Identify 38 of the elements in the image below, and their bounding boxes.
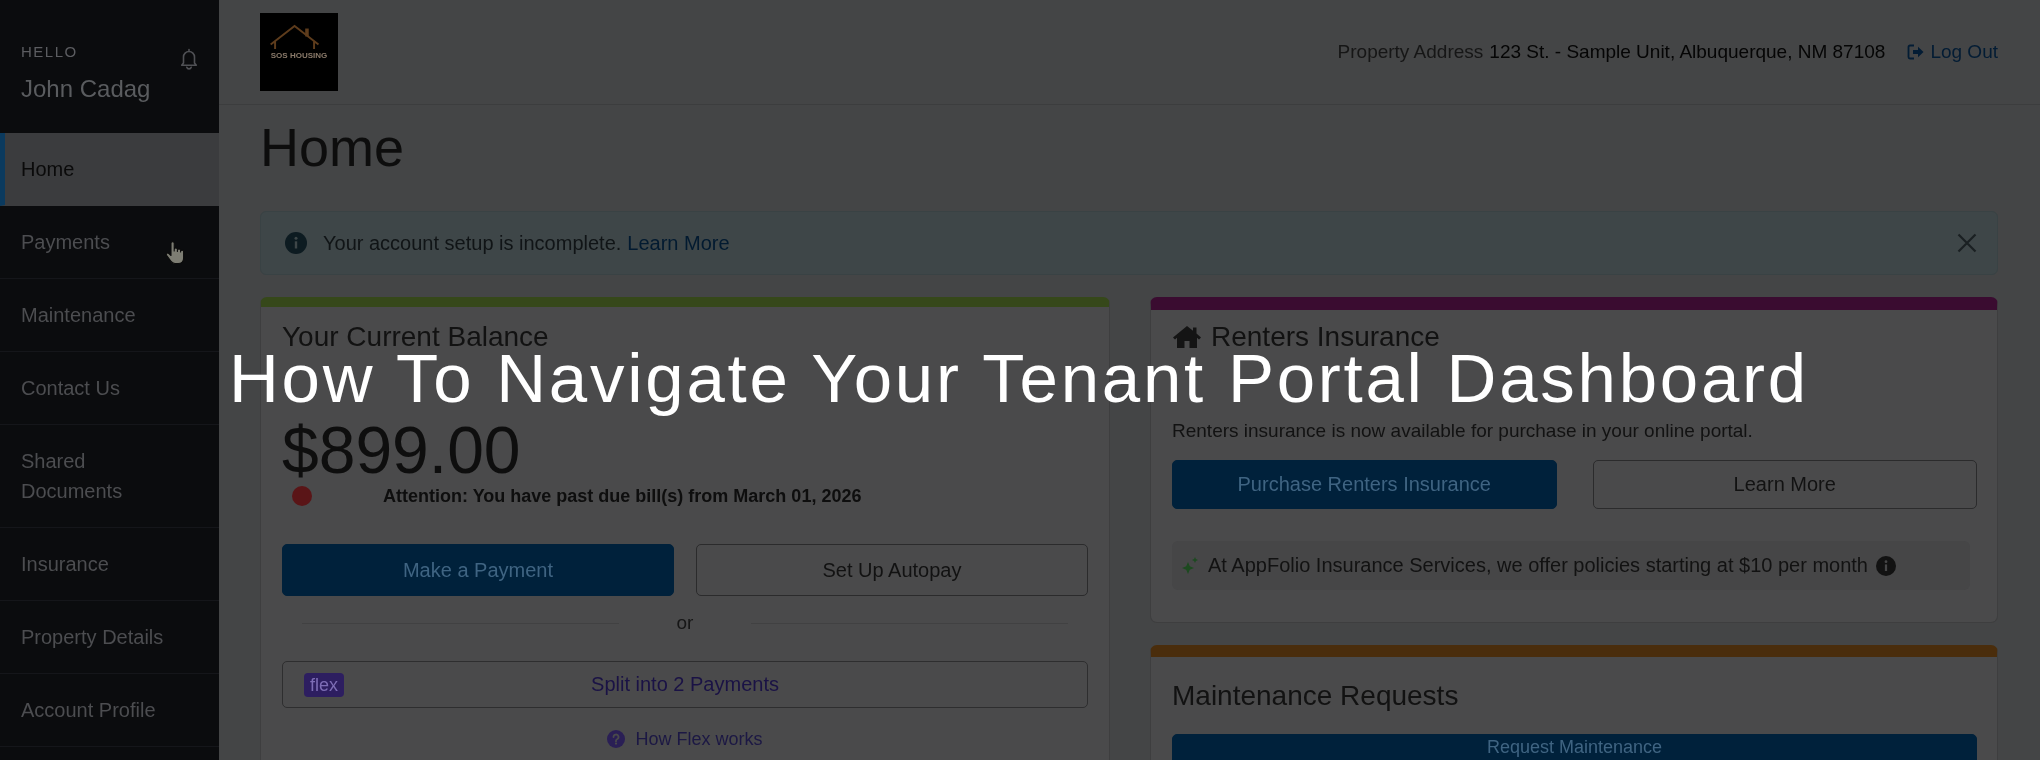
nav-item[interactable]: Property Details <box>0 601 219 674</box>
alert-dot-icon <box>292 486 312 506</box>
card-description: Renters insurance is now available for purchase in your online portal. <box>1172 419 1753 443</box>
page-title: Home <box>260 116 405 179</box>
card-title: Maintenance Requests <box>1172 681 1459 711</box>
nav-item[interactable]: Contact Us <box>0 352 219 425</box>
flex-badge: flex <box>304 673 344 697</box>
balance-amount: $899.00 <box>282 420 521 480</box>
logo-text: SOS HOUSING <box>270 51 328 61</box>
nav-item[interactable]: Maintenance <box>0 279 219 352</box>
video-title: How To Navigate Your Tenant Portal Dashboard <box>229 353 1809 418</box>
autopay-button[interactable]: Set Up Autopay <box>696 544 1088 596</box>
learn-more-link[interactable]: Learn More <box>627 231 730 254</box>
close-icon <box>1957 233 1977 253</box>
property-address: 123 St. - Sample Unit, Albuquerque, NM 87108 <box>1489 41 1886 63</box>
nav-item[interactable]: Insurance <box>0 528 219 601</box>
house-icon <box>1172 325 1202 349</box>
past-due-notice: Attention: You have past due bill(s) from March 01, 2026 <box>383 485 862 507</box>
logout-link[interactable]: Log Out <box>1907 41 1998 63</box>
nav-item[interactable]: Account Profile <box>0 674 219 747</box>
nav-item[interactable]: Shared Documents <box>0 425 219 528</box>
question-icon <box>607 730 626 748</box>
hand-cursor-icon <box>165 240 185 265</box>
logout-icon <box>1907 44 1926 60</box>
purchase-insurance-button[interactable]: Purchase Renters Insurance <box>1172 460 1557 509</box>
sparkle-icon <box>1180 555 1200 576</box>
request-maintenance-button[interactable]: Request Maintenance <box>1172 734 1977 760</box>
make-payment-button[interactable]: Make a Payment <box>282 544 674 596</box>
info-icon <box>285 232 307 254</box>
user-name: John Cadag <box>21 75 151 103</box>
card-title: Renters Insurance <box>1211 322 1440 352</box>
close-button[interactable] <box>1957 233 1977 253</box>
greeting-label: HELLO <box>21 44 78 59</box>
learn-more-button[interactable]: Learn More <box>1592 460 1977 509</box>
info-icon <box>1876 555 1896 576</box>
bell-icon[interactable] <box>179 48 199 70</box>
card-title: Your Current Balance <box>282 322 549 352</box>
split-payment-button[interactable]: flex Split into 2 Payments <box>282 661 1088 708</box>
